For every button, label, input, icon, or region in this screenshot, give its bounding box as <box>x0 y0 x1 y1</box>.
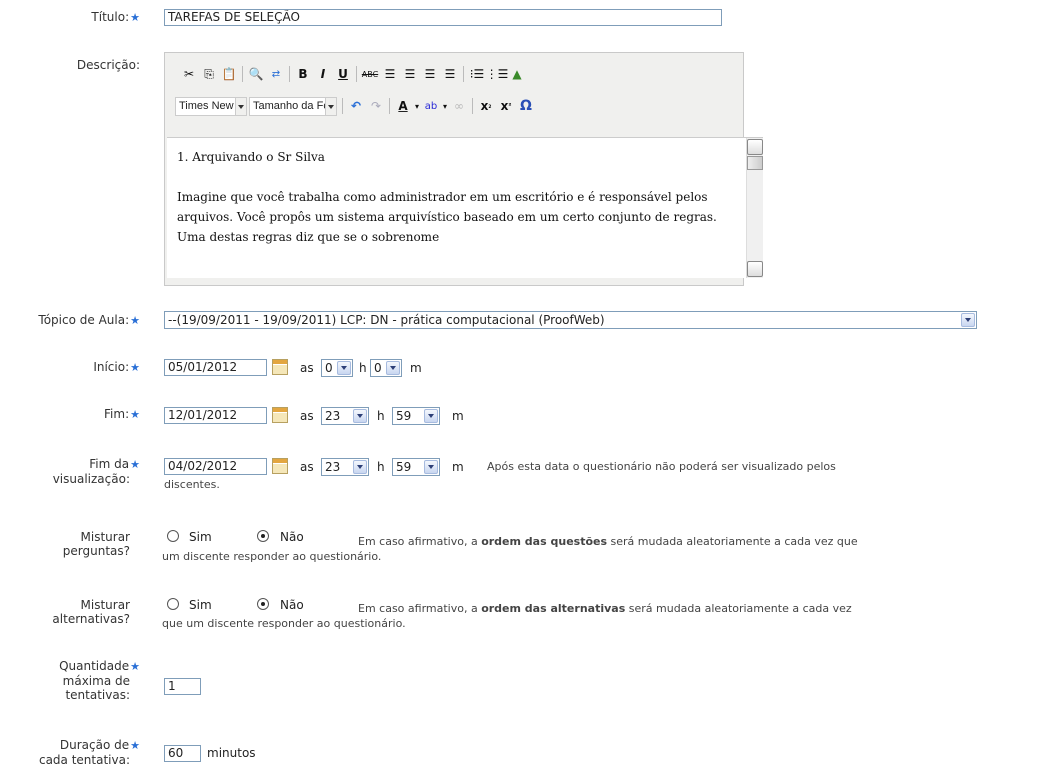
align-left-icon[interactable]: ☰ <box>380 65 400 83</box>
special-chars-icon[interactable]: Ω <box>516 97 536 115</box>
align-right-icon[interactable]: ☰ <box>420 65 440 83</box>
undo-icon[interactable]: ↶ <box>346 97 366 115</box>
image-icon[interactable]: ▲ <box>507 65 527 83</box>
toolbar-separator <box>356 66 357 82</box>
copy-icon[interactable]: ⎘ <box>199 65 219 83</box>
misturar-alternativas-label: Misturar alternativas? <box>52 598 130 626</box>
chevron-down-icon <box>353 409 367 423</box>
fim-hour-select[interactable]: 23 <box>321 407 369 425</box>
required-star-icon: ★ <box>130 739 140 752</box>
font-size-select[interactable]: Tamanho da Fc <box>249 96 337 116</box>
editor-toolbar-row-1: ✂ ⎘ 📋 🔍 ⇄ B I U ABC ☰ ☰ ☰ ☰ ⁝☰ ⋮☰ ▲ <box>179 65 527 83</box>
required-star-icon: ★ <box>130 11 140 24</box>
superscript-icon[interactable]: x² <box>496 97 516 115</box>
replace-icon[interactable]: ⇄ <box>266 65 286 83</box>
align-justify-icon[interactable]: ☰ <box>440 65 460 83</box>
topico-select[interactable]: --(19/09/2011 - 19/09/2011) LCP: DN - pr… <box>164 311 977 329</box>
fim-visualizacao-label: Fim da★ visualização: <box>52 457 140 486</box>
chevron-down-icon <box>386 361 400 375</box>
editor-paragraph: Imagine que você trabalha como administr… <box>177 190 717 244</box>
editor-paragraph: 1. Arquivando o Sr Silva <box>177 150 325 164</box>
calendar-icon[interactable] <box>272 359 288 375</box>
descricao-label: Descrição: <box>76 58 140 72</box>
editor-content[interactable]: 1. Arquivando o Sr Silva Imagine que voc… <box>167 137 763 278</box>
misturar-perguntas-label: Misturar perguntas? <box>62 530 130 558</box>
toolbar-separator <box>389 98 390 114</box>
text-color-icon[interactable]: A <box>393 97 413 115</box>
toolbar-separator <box>342 98 343 114</box>
m-text: m <box>410 361 422 375</box>
align-center-icon[interactable]: ☰ <box>400 65 420 83</box>
duracao-label: Duração de★ cada tentativa: <box>38 738 140 767</box>
chevron-down-icon <box>961 313 975 327</box>
required-star-icon: ★ <box>130 660 140 673</box>
toolbar-separator <box>472 98 473 114</box>
underline-icon[interactable]: U <box>333 65 353 83</box>
redo-icon[interactable]: ↷ <box>366 97 386 115</box>
titulo-input[interactable]: TAREFAS DE SELEÇÃO <box>164 9 722 26</box>
titulo-label: Título:★ <box>91 10 140 24</box>
find-icon[interactable]: 🔍 <box>246 65 266 83</box>
duracao-input[interactable]: 60 <box>164 745 201 762</box>
subscript-icon[interactable]: x₂ <box>476 97 496 115</box>
bullet-list-icon[interactable]: ⁝☰ <box>467 65 487 83</box>
bold-icon[interactable]: B <box>293 65 313 83</box>
inicio-date-input[interactable]: 05/01/2012 <box>164 359 267 376</box>
fim-minute-select[interactable]: 59 <box>392 407 440 425</box>
quantidade-input[interactable]: 1 <box>164 678 201 695</box>
m-text: m <box>452 409 464 423</box>
scroll-up-button[interactable] <box>747 139 763 155</box>
scroll-thumb[interactable] <box>747 156 763 170</box>
rich-text-editor: ✂ ⎘ 📋 🔍 ⇄ B I U ABC ☰ ☰ ☰ ☰ ⁝☰ ⋮☰ ▲ Time… <box>164 52 763 286</box>
chevron-down-icon <box>424 409 438 423</box>
minutos-unit: minutos <box>207 746 256 760</box>
toolbar-separator <box>463 66 464 82</box>
as-text: as <box>300 361 314 375</box>
toolbar-separator <box>242 66 243 82</box>
editor-scrollbar[interactable] <box>746 138 763 278</box>
chevron-down-icon[interactable]: ▾ <box>413 97 421 115</box>
inicio-hour-select[interactable]: 0 <box>321 359 353 377</box>
chevron-down-icon <box>337 361 351 375</box>
editor-toolbar-row-2: Times New Ror Tamanho da Fc ↶ ↷ A ▾ ab ▾… <box>175 96 536 116</box>
inicio-label: Início:★ <box>93 360 140 374</box>
fim-date-input[interactable]: 12/01/2012 <box>164 407 267 424</box>
scroll-down-button[interactable] <box>747 261 763 277</box>
paste-icon[interactable]: 📋 <box>219 65 239 83</box>
h-text: h <box>377 409 385 423</box>
strikethrough-icon[interactable]: ABC <box>360 65 380 83</box>
toolbar-separator <box>289 66 290 82</box>
fim-label: Fim:★ <box>104 407 140 421</box>
as-text: as <box>300 409 314 423</box>
misturar-perguntas-hint: Em caso afirmativo, a ordem das questões… <box>162 535 858 563</box>
italic-icon[interactable]: I <box>313 65 333 83</box>
calendar-icon[interactable] <box>272 407 288 423</box>
highlight-color-icon[interactable]: ab <box>421 97 441 115</box>
numbered-list-icon[interactable]: ⋮☰ <box>486 65 509 83</box>
misturar-alternativas-hint: Em caso afirmativo, a ordem das alternat… <box>162 602 852 630</box>
chevron-down-icon <box>325 97 336 115</box>
required-star-icon: ★ <box>130 408 140 421</box>
topico-label: Tópico de Aula:★ <box>38 313 140 327</box>
cut-icon[interactable]: ✂ <box>179 65 199 83</box>
required-star-icon: ★ <box>130 458 140 471</box>
quantidade-label: Quantidade★ máxima de tentativas: <box>59 659 140 702</box>
fim-visualizacao-hint: Após esta data o questionário não poderá… <box>164 460 836 491</box>
required-star-icon: ★ <box>130 361 140 374</box>
chevron-down-icon[interactable]: ▾ <box>441 97 449 115</box>
link-icon[interactable]: ∞ <box>449 97 469 115</box>
required-star-icon: ★ <box>130 314 140 327</box>
h-text: h <box>359 361 367 375</box>
chevron-down-icon <box>235 97 246 115</box>
font-family-select[interactable]: Times New Ror <box>175 96 247 116</box>
inicio-minute-select[interactable]: 0 <box>370 359 402 377</box>
